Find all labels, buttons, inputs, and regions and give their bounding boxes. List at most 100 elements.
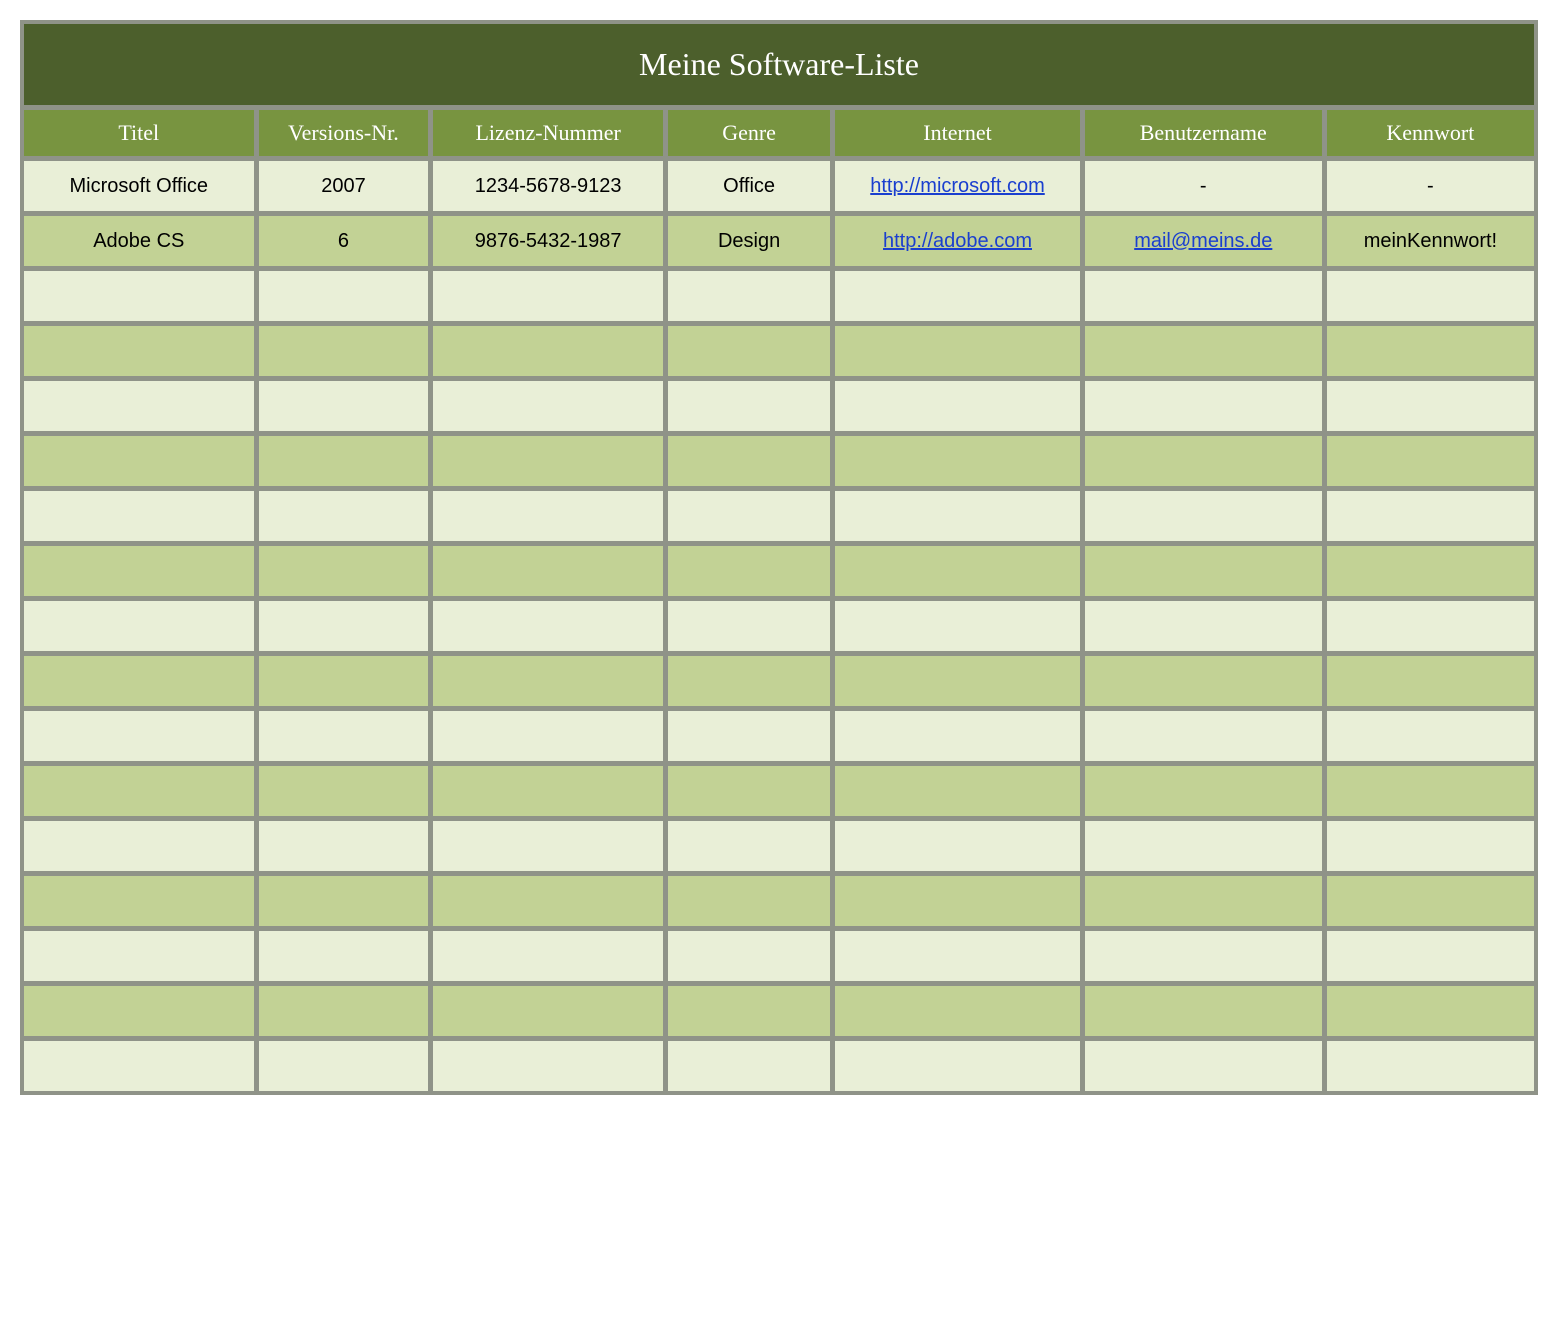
table-row — [23, 545, 1535, 597]
cell-license: 9876-5432-1987 — [432, 215, 664, 267]
cell-title — [23, 435, 255, 487]
table-row — [23, 710, 1535, 762]
cell-internet — [834, 765, 1081, 817]
cell-version — [258, 490, 430, 542]
table-row: Adobe CS69876-5432-1987Designhttp://adob… — [23, 215, 1535, 267]
cell-genre — [667, 655, 831, 707]
cell-internet — [834, 270, 1081, 322]
cell-username — [1084, 655, 1323, 707]
column-header-username: Benutzername — [1084, 109, 1323, 157]
cell-license — [432, 820, 664, 872]
cell-genre — [667, 820, 831, 872]
cell-genre — [667, 710, 831, 762]
column-header-title: Titel — [23, 109, 255, 157]
table-row — [23, 435, 1535, 487]
column-header-version: Versions-Nr. — [258, 109, 430, 157]
cell-password: - — [1326, 160, 1535, 212]
table-header-row: Titel Versions-Nr. Lizenz-Nummer Genre I… — [23, 109, 1535, 157]
cell-version — [258, 600, 430, 652]
column-header-internet: Internet — [834, 109, 1081, 157]
cell-username — [1084, 710, 1323, 762]
cell-password — [1326, 600, 1535, 652]
cell-username — [1084, 545, 1323, 597]
cell-internet — [834, 380, 1081, 432]
cell-title: Microsoft Office — [23, 160, 255, 212]
column-header-license: Lizenz-Nummer — [432, 109, 664, 157]
cell-title — [23, 875, 255, 927]
cell-title — [23, 380, 255, 432]
cell-version — [258, 820, 430, 872]
cell-password — [1326, 820, 1535, 872]
cell-license — [432, 655, 664, 707]
cell-genre: Design — [667, 215, 831, 267]
cell-title — [23, 545, 255, 597]
cell-internet — [834, 1040, 1081, 1092]
table-title-row: Meine Software-Liste — [23, 23, 1535, 106]
cell-password — [1326, 325, 1535, 377]
cell-genre — [667, 325, 831, 377]
cell-license — [432, 710, 664, 762]
cell-username — [1084, 435, 1323, 487]
cell-version — [258, 930, 430, 982]
cell-genre — [667, 270, 831, 322]
table-row — [23, 655, 1535, 707]
cell-internet — [834, 930, 1081, 982]
table-row — [23, 380, 1535, 432]
cell-genre — [667, 875, 831, 927]
cell-version — [258, 875, 430, 927]
cell-password — [1326, 875, 1535, 927]
internet-link[interactable]: http://microsoft.com — [870, 175, 1045, 197]
cell-username — [1084, 765, 1323, 817]
cell-version — [258, 765, 430, 817]
table-row — [23, 270, 1535, 322]
cell-password — [1326, 655, 1535, 707]
cell-license — [432, 490, 664, 542]
cell-username — [1084, 270, 1323, 322]
cell-username — [1084, 875, 1323, 927]
cell-license — [432, 875, 664, 927]
cell-password — [1326, 435, 1535, 487]
table-row — [23, 490, 1535, 542]
cell-version: 2007 — [258, 160, 430, 212]
cell-username — [1084, 820, 1323, 872]
software-table: Meine Software-Liste Titel Versions-Nr. … — [20, 20, 1538, 1095]
cell-username: - — [1084, 160, 1323, 212]
cell-version — [258, 985, 430, 1037]
cell-internet — [834, 710, 1081, 762]
cell-password: meinKennwort! — [1326, 215, 1535, 267]
cell-internet — [834, 600, 1081, 652]
internet-link[interactable]: http://adobe.com — [883, 230, 1032, 252]
cell-password — [1326, 1040, 1535, 1092]
cell-license: 1234-5678-9123 — [432, 160, 664, 212]
cell-title — [23, 765, 255, 817]
cell-title — [23, 270, 255, 322]
cell-version — [258, 325, 430, 377]
cell-version — [258, 710, 430, 762]
table-title: Meine Software-Liste — [23, 23, 1535, 106]
cell-genre — [667, 765, 831, 817]
cell-title — [23, 1040, 255, 1092]
cell-title — [23, 820, 255, 872]
cell-username — [1084, 490, 1323, 542]
cell-username — [1084, 325, 1323, 377]
cell-title — [23, 325, 255, 377]
cell-license — [432, 765, 664, 817]
cell-username — [1084, 380, 1323, 432]
cell-genre — [667, 1040, 831, 1092]
cell-password — [1326, 545, 1535, 597]
column-header-password: Kennwort — [1326, 109, 1535, 157]
table-row — [23, 985, 1535, 1037]
cell-title — [23, 710, 255, 762]
cell-genre — [667, 380, 831, 432]
cell-internet — [834, 985, 1081, 1037]
cell-internet — [834, 655, 1081, 707]
cell-title — [23, 930, 255, 982]
cell-internet — [834, 820, 1081, 872]
cell-version — [258, 655, 430, 707]
cell-internet — [834, 545, 1081, 597]
cell-title — [23, 985, 255, 1037]
cell-internet — [834, 435, 1081, 487]
username-link[interactable]: mail@meins.de — [1134, 230, 1272, 252]
table-row — [23, 820, 1535, 872]
cell-genre — [667, 435, 831, 487]
